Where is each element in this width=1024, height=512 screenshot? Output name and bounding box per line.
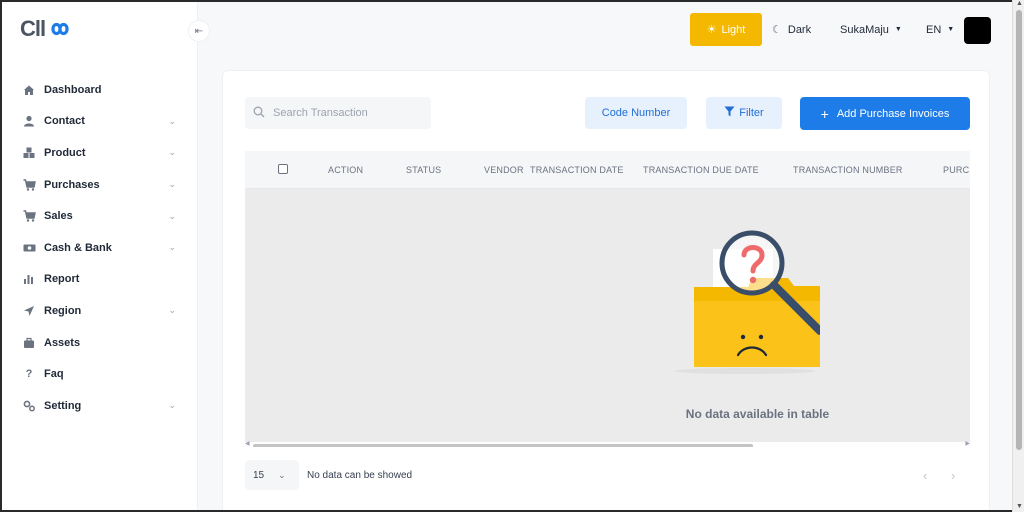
main-card: Code Number Filter + Add Purchase Invoic… xyxy=(222,70,990,510)
chevron-down-icon: ⌄ xyxy=(168,305,176,316)
caret-down-icon: ▼ xyxy=(947,26,955,33)
empty-folder-illustration xyxy=(675,230,820,374)
language-menu[interactable]: EN ▼ xyxy=(926,13,954,46)
navigation-icon xyxy=(22,304,36,318)
logo[interactable]: Cll xyxy=(20,16,75,42)
sidebar-item-label: Setting xyxy=(44,399,82,412)
pagination-status: No data can be showed xyxy=(307,469,413,481)
sidebar-item-label: Assets xyxy=(44,336,81,349)
question-icon: ? xyxy=(25,368,33,381)
add-purchase-invoice-label: Add Purchase Invoices xyxy=(836,107,950,120)
select-all-checkbox[interactable] xyxy=(278,164,288,174)
sidebar-item-dashboard[interactable]: Dashboard xyxy=(2,74,198,106)
sidebar-item-report[interactable]: Report xyxy=(2,264,198,296)
cart-icon xyxy=(22,209,36,223)
cubes-icon xyxy=(22,146,36,160)
money-icon xyxy=(22,241,36,255)
collapse-sidebar-button[interactable]: ⇤ xyxy=(188,20,210,42)
sidebar-item-setting[interactable]: Setting ⌄ xyxy=(2,390,198,422)
sidebar-item-label: Purchases xyxy=(44,178,100,191)
sidebar: Cll Dashboard Contact ⌄ Product ⌄ Purcha… xyxy=(2,2,198,510)
moon-icon: ☾ xyxy=(772,24,782,36)
plus-icon: + xyxy=(820,105,829,122)
table-header: ACTION STATUS VENDOR TRANSACTION DATE TR… xyxy=(245,151,970,189)
chevron-down-icon: ⌄ xyxy=(168,242,176,253)
sidebar-item-region[interactable]: Region ⌄ xyxy=(2,295,198,327)
sidebar-item-label: Faq xyxy=(44,368,64,381)
chevron-down-icon: ⌄ xyxy=(168,147,176,158)
page-scrollbar[interactable]: ▲ ▼ xyxy=(1012,0,1024,512)
language-label: EN xyxy=(926,23,942,36)
chevron-down-icon: ⌄ xyxy=(168,400,176,411)
light-mode-label: Light xyxy=(721,23,746,36)
caret-down-icon: ▼ xyxy=(894,26,902,33)
previous-page-button[interactable]: ‹ xyxy=(923,460,927,490)
sidebar-item-label: Product xyxy=(44,146,86,159)
sidebar-item-label: Cash & Bank xyxy=(44,241,112,254)
column-header-transaction-due-date[interactable]: TRANSACTION DUE DATE xyxy=(643,151,759,189)
filter-label: Filter xyxy=(739,107,764,119)
search-input[interactable] xyxy=(273,107,423,119)
sidebar-nav: Dashboard Contact ⌄ Product ⌄ Purchases … xyxy=(2,74,198,422)
column-header-transaction-number[interactable]: TRANSACTION NUMBER xyxy=(793,151,903,189)
column-header-vendor[interactable]: VENDOR xyxy=(484,151,524,189)
sidebar-item-assets[interactable]: Assets xyxy=(2,327,198,359)
chevron-down-icon: ⌄ xyxy=(168,115,176,126)
dark-mode-label: Dark xyxy=(787,23,812,36)
chevron-down-icon: ⌄ xyxy=(278,469,286,480)
page-size-select[interactable]: 15 ⌄ xyxy=(245,460,299,490)
sidebar-item-product[interactable]: Product ⌄ xyxy=(2,137,198,169)
scroll-down-icon[interactable]: ▼ xyxy=(1016,503,1023,510)
light-mode-button[interactable]: ☀ Light xyxy=(690,13,762,46)
user-name: SukaMaju xyxy=(840,23,889,36)
page-scrollbar-thumb[interactable] xyxy=(1016,10,1022,450)
scroll-left-icon[interactable]: ◀ xyxy=(245,440,250,447)
user-icon xyxy=(22,114,36,128)
empty-table-message: No data available in table xyxy=(685,407,830,421)
transactions-table: ACTION STATUS VENDOR TRANSACTION DATE TR… xyxy=(245,151,970,447)
table-horizontal-scrollbar[interactable]: ◀ ▶ xyxy=(245,440,970,447)
column-header-transaction-date[interactable]: TRANSACTION DATE xyxy=(530,151,624,189)
user-menu[interactable]: SukaMaju ▼ xyxy=(840,13,902,46)
sun-icon: ☀ xyxy=(706,24,717,36)
filter-icon xyxy=(724,106,735,120)
sidebar-item-label: Sales xyxy=(44,210,73,223)
filter-button[interactable]: Filter xyxy=(706,97,782,129)
code-number-button[interactable]: Code Number xyxy=(585,97,687,129)
sidebar-item-faq[interactable]: ? Faq xyxy=(2,358,198,390)
logo-infinity-icon xyxy=(51,22,69,36)
search-box[interactable] xyxy=(245,97,431,129)
page-size-value: 15 xyxy=(253,469,265,481)
logo-text: Cll xyxy=(20,16,46,41)
column-header-status[interactable]: STATUS xyxy=(406,151,441,189)
column-header-action[interactable]: ACTION xyxy=(328,151,363,189)
sidebar-item-label: Dashboard xyxy=(44,83,102,96)
cart-icon xyxy=(22,178,36,192)
home-icon xyxy=(22,83,36,97)
briefcase-icon xyxy=(22,336,36,350)
sidebar-item-cash-bank[interactable]: Cash & Bank ⌄ xyxy=(2,232,198,264)
add-purchase-invoice-button[interactable]: + Add Purchase Invoices xyxy=(800,97,970,130)
sidebar-item-sales[interactable]: Sales ⌄ xyxy=(2,200,198,232)
chevron-down-icon: ⌄ xyxy=(168,210,176,221)
scrollbar-thumb[interactable] xyxy=(253,444,753,447)
search-icon xyxy=(253,106,265,121)
sidebar-item-purchases[interactable]: Purchases ⌄ xyxy=(2,169,198,201)
next-page-button[interactable]: › xyxy=(951,460,955,490)
sidebar-item-contact[interactable]: Contact ⌄ xyxy=(2,106,198,138)
arrow-left-icon: ⇤ xyxy=(194,25,204,37)
app-window: Cll Dashboard Contact ⌄ Product ⌄ Purcha… xyxy=(2,2,1012,510)
sidebar-item-label: Contact xyxy=(44,115,85,128)
chevron-down-icon: ⌄ xyxy=(168,179,176,190)
gears-icon xyxy=(22,399,36,413)
bar-chart-icon xyxy=(22,272,36,286)
sidebar-item-label: Region xyxy=(44,304,82,317)
scroll-up-icon[interactable]: ▲ xyxy=(1016,0,1023,7)
dark-mode-button[interactable]: ☾ Dark xyxy=(772,13,811,46)
table-body: No data available in table xyxy=(245,189,970,442)
avatar[interactable] xyxy=(964,17,991,44)
sidebar-item-label: Report xyxy=(44,273,80,286)
column-header-purchase[interactable]: PURCI xyxy=(943,151,970,189)
scroll-right-icon[interactable]: ▶ xyxy=(965,440,970,447)
